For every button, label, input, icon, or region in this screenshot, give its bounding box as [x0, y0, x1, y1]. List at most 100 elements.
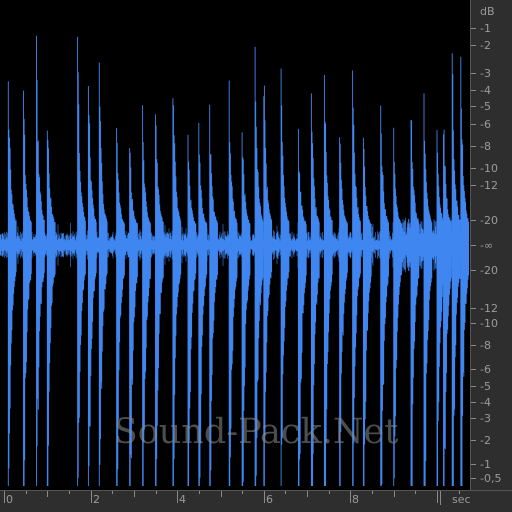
- waveform-transient: [352, 70, 361, 486]
- waveform-transient: [209, 104, 218, 486]
- db-label: -6: [480, 118, 491, 131]
- time-tick: [415, 491, 416, 494]
- db-tick: [471, 369, 476, 370]
- db-tick: [471, 106, 476, 107]
- waveform-transient: [254, 46, 264, 486]
- time-tick: [285, 491, 286, 494]
- time-label: 8: [352, 493, 359, 506]
- db-label: -10: [480, 162, 498, 175]
- db-label: -6: [480, 363, 491, 376]
- db-label: -1: [480, 22, 491, 35]
- db-tick: [471, 345, 476, 346]
- waveform-transient: [129, 148, 138, 486]
- db-unit-label: dB: [480, 5, 495, 18]
- db-label-center: -∞: [480, 239, 494, 252]
- db-tick: [471, 245, 476, 246]
- waveform-transient: [142, 105, 151, 486]
- time-label: 0: [6, 493, 13, 506]
- waveform-transient: [380, 105, 389, 486]
- waveform-transient: [36, 35, 45, 486]
- waveform-transient: [87, 86, 97, 486]
- db-tick: [471, 386, 476, 387]
- waveform-transient: [187, 134, 197, 486]
- waveform-transient: [198, 122, 208, 486]
- db-label: -3: [480, 412, 491, 425]
- time-tick: [134, 491, 135, 497]
- time-label: 4: [179, 493, 186, 506]
- time-tick: [47, 491, 48, 497]
- waveform-transient: [297, 128, 307, 486]
- db-tick: [471, 220, 476, 221]
- db-label: -0,5: [480, 472, 502, 485]
- waveform-transient: [98, 62, 108, 486]
- time-tick: [221, 491, 222, 497]
- waveform-svg: [0, 35, 470, 486]
- waveform-transient: [362, 137, 372, 486]
- db-label: -8: [480, 339, 491, 352]
- db-tick: [471, 270, 476, 271]
- waveform-transient: [443, 129, 452, 486]
- db-label: -3: [480, 67, 491, 80]
- db-tick: [471, 478, 476, 479]
- db-label: -12: [480, 302, 498, 315]
- waveform-transient: [323, 75, 333, 486]
- time-tick: [264, 491, 265, 503]
- db-tick: [471, 464, 476, 465]
- db-tick: [471, 440, 476, 441]
- db-tick: [471, 45, 476, 46]
- db-label: -20: [480, 264, 498, 277]
- db-tick: [471, 418, 476, 419]
- waveform-transient: [46, 130, 56, 486]
- waveform-transient: [339, 137, 348, 486]
- waveform-transient: [460, 56, 470, 486]
- waveform-transient: [451, 53, 461, 486]
- time-tick: [177, 491, 178, 503]
- time-tick: [91, 491, 92, 503]
- db-label: -5: [480, 100, 491, 113]
- db-label: -4: [480, 396, 491, 409]
- time-tick: [329, 491, 330, 494]
- db-label: -10: [480, 317, 498, 330]
- time-ruler[interactable]: 0 2 4 6 8 sec: [0, 490, 512, 512]
- db-tick: [471, 90, 476, 91]
- time-tick: [156, 491, 157, 494]
- time-label: 2: [93, 493, 100, 506]
- waveform-transient: [410, 119, 420, 486]
- db-tick: [471, 28, 476, 29]
- db-label: -2: [480, 434, 491, 447]
- waveform-transient: [155, 114, 164, 486]
- time-tick: [69, 491, 70, 494]
- time-tick: [440, 491, 441, 505]
- db-tick: [471, 168, 476, 169]
- db-label: -20: [480, 214, 498, 227]
- waveform-transient: [77, 36, 86, 486]
- db-label: -8: [480, 140, 491, 153]
- waveform-transient: [172, 98, 182, 486]
- db-label: -5: [480, 380, 491, 393]
- waveform-transient: [280, 68, 290, 486]
- time-tick: [26, 491, 27, 494]
- waveform-transient: [116, 128, 125, 486]
- db-label: -4: [480, 84, 491, 97]
- db-label: -1: [480, 458, 491, 471]
- db-label: -12: [480, 179, 498, 192]
- waveform-transient: [423, 93, 433, 486]
- db-label: -2: [480, 39, 491, 52]
- time-unit-label: sec: [452, 493, 471, 506]
- waveform-transient: [241, 132, 251, 486]
- time-tick: [112, 491, 113, 494]
- time-tick: [372, 491, 373, 494]
- waveform-transient: [263, 85, 273, 486]
- time-tick: [394, 491, 395, 497]
- time-tick: [437, 491, 438, 503]
- waveform-transient: [228, 80, 238, 486]
- waveform-transient: [23, 90, 32, 486]
- db-tick: [471, 124, 476, 125]
- time-tick: [307, 491, 308, 497]
- waveform-view[interactable]: [0, 0, 470, 490]
- db-tick: [471, 73, 476, 74]
- db-scale: dB -1 -2 -3 -4 -5 -6 -8 -10 -12 -20 -∞ -20 -12 -10 -8 -…: [470, 0, 512, 490]
- waveform-transient: [7, 81, 17, 486]
- time-tick: [199, 491, 200, 494]
- db-tick: [471, 308, 476, 309]
